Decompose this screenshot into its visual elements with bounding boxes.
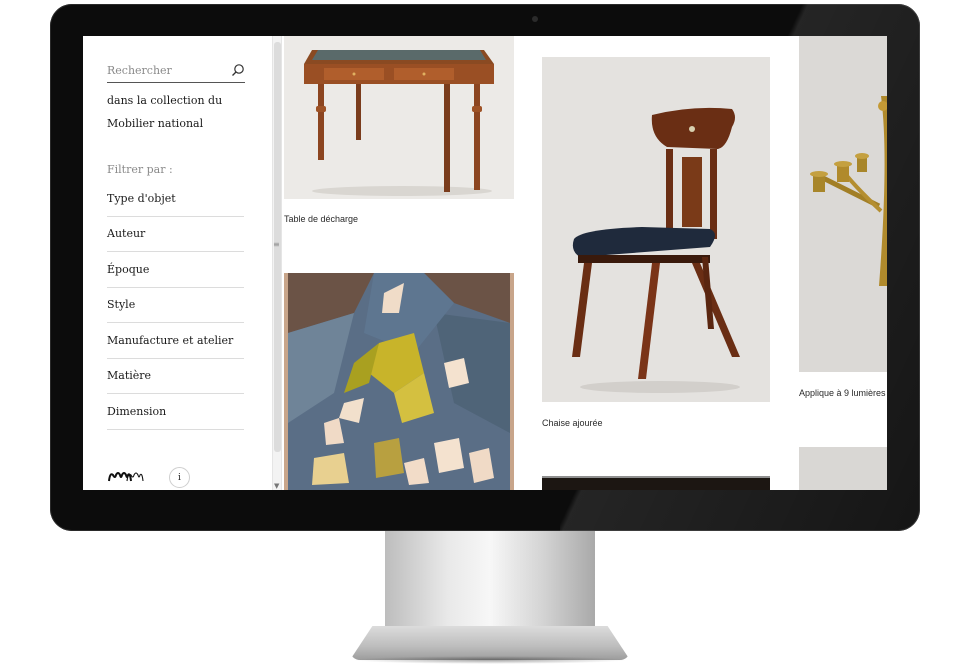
card-caption-applique[interactable]: Applique à 9 lumières <box>799 388 886 398</box>
monitor-stand-neck <box>385 531 595 631</box>
search-input[interactable] <box>107 64 222 77</box>
filter-item-style[interactable]: Style <box>107 288 244 323</box>
card-caption-table[interactable]: Table de décharge <box>284 214 358 224</box>
filter-item-epoque[interactable]: Époque <box>107 252 244 288</box>
collection-text-line-1: dans la collection du <box>107 94 223 107</box>
collection-text-line-2: Mobilier national <box>107 117 204 130</box>
sidebar-scrollbar[interactable]: ≡ ▼ <box>272 36 282 490</box>
mobilier-national-logo[interactable] <box>107 469 145 485</box>
chair-image[interactable] <box>542 57 770 402</box>
tapestry-image[interactable] <box>284 273 514 490</box>
scrollbar-grip-icon: ≡ <box>273 240 280 249</box>
applique-image[interactable] <box>799 36 887 372</box>
partial-image[interactable] <box>799 447 887 490</box>
filter-item-manufacture[interactable]: Manufacture et atelier <box>107 323 244 359</box>
table-image[interactable] <box>284 36 514 199</box>
frame-image[interactable] <box>542 476 770 490</box>
scroll-down-arrow-icon[interactable]: ▼ <box>274 482 279 490</box>
gallery-card-applique[interactable]: Applique à 9 lumières <box>799 36 887 406</box>
filter-item-dimension[interactable]: Dimension <box>107 394 244 430</box>
filter-item-auteur[interactable]: Auteur <box>107 217 244 252</box>
card-caption-chair[interactable]: Chaise ajourée <box>542 418 603 428</box>
filter-item-type-objet[interactable]: Type d'objet <box>107 181 244 217</box>
monitor-stand-shadow <box>352 656 628 664</box>
gallery-card-tapestry[interactable] <box>284 273 514 490</box>
gallery-card-partial[interactable] <box>799 447 887 490</box>
chair-illustration <box>542 57 770 402</box>
screen: dans la collection du Mobilier national … <box>83 36 887 490</box>
info-button[interactable]: i <box>169 467 190 488</box>
filter-item-matiere[interactable]: Matière <box>107 359 244 394</box>
gallery-card-table[interactable]: Table de décharge <box>284 36 514 236</box>
sidebar: dans la collection du Mobilier national … <box>83 36 271 490</box>
filter-list: Type d'objet Auteur Époque Style Manufac… <box>107 181 244 430</box>
gallery-card-frame[interactable] <box>542 476 770 490</box>
gallery-card-chair[interactable]: Chaise ajourée <box>542 57 770 437</box>
camera-dot <box>532 16 538 22</box>
monitor-stand-base <box>350 626 630 660</box>
applique-illustration <box>799 36 887 372</box>
search-bar <box>107 60 245 83</box>
tapestry-illustration <box>284 273 514 490</box>
search-icon[interactable] <box>231 63 245 77</box>
filter-title: Filtrer par : <box>107 163 173 176</box>
table-illustration <box>284 36 514 199</box>
